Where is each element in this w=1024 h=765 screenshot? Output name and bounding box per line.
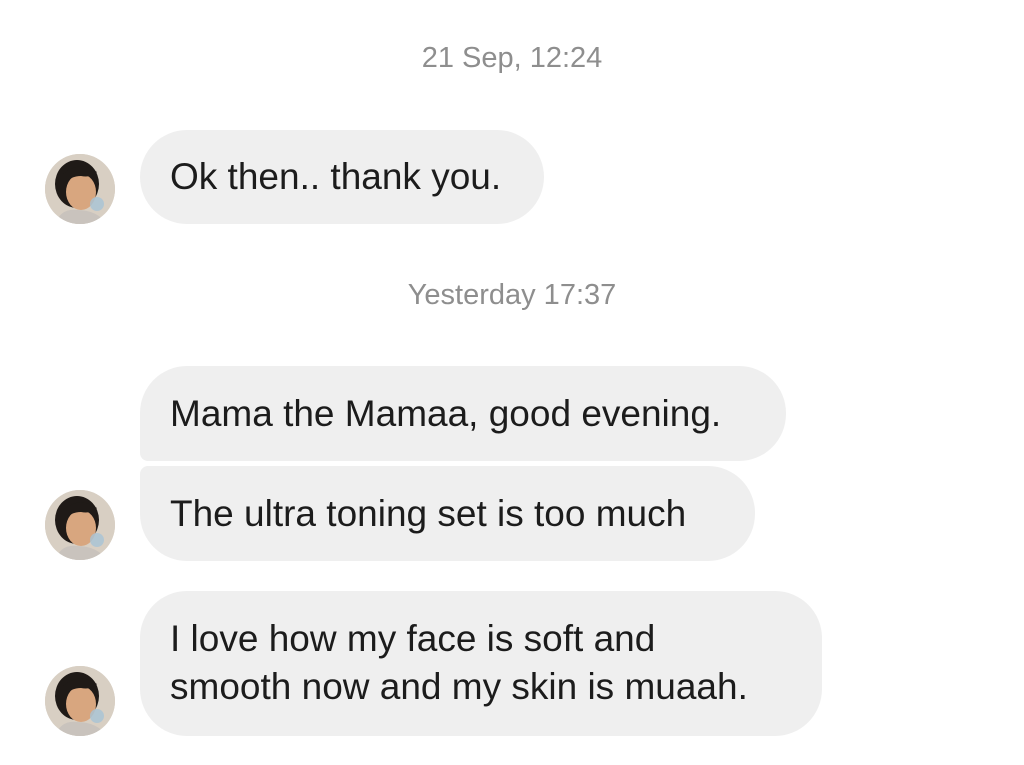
avatar-photo-icon <box>45 666 115 736</box>
contact-avatar[interactable] <box>45 666 115 736</box>
message-bubble[interactable]: I love how my face is soft and smooth no… <box>140 591 822 736</box>
avatar-photo-icon <box>45 490 115 560</box>
avatar-photo-icon <box>45 154 115 224</box>
message-bubble[interactable]: Ok then.. thank you. <box>140 130 544 224</box>
message-text-line: smooth now and my skin is muaah. <box>170 666 748 707</box>
message-text: Mama the Mamaa, good evening. <box>170 392 722 434</box>
timestamp: Yesterday 17:37 <box>407 279 617 311</box>
message-bubble[interactable]: Mama the Mamaa, good evening. <box>140 366 786 461</box>
message-text: The ultra toning set is too much <box>170 492 687 534</box>
contact-avatar[interactable] <box>45 490 115 560</box>
message-text-line: I love how my face is soft and <box>170 618 656 659</box>
message-text: Ok then.. thank you. <box>170 156 502 197</box>
chat-thread: 21 Sep, 12:24 Ok then.. thank you. Yeste… <box>0 0 1024 765</box>
message-bubble[interactable]: The ultra toning set is too much <box>140 466 755 561</box>
timestamp: 21 Sep, 12:24 <box>421 42 603 74</box>
contact-avatar[interactable] <box>45 154 115 224</box>
